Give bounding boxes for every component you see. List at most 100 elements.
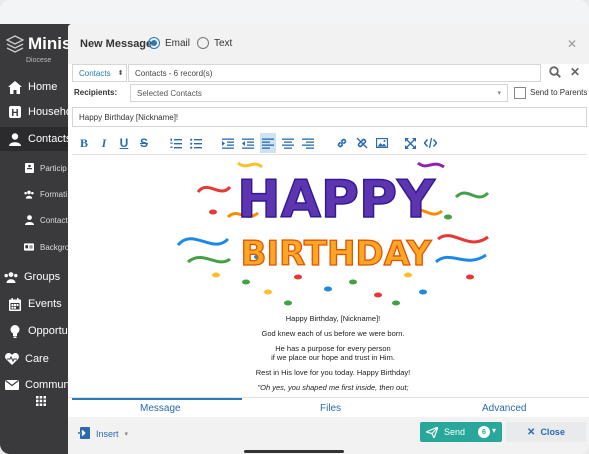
svg-text:H: H [11, 108, 18, 118]
align-right-icon[interactable] [300, 133, 316, 153]
modal-header: New Message Email Text ✕ [68, 24, 589, 64]
insert-label: Insert [96, 429, 119, 439]
chevron-down-icon: ▾ [124, 431, 129, 438]
household-icon: H [8, 105, 22, 119]
mode-email-label: Email [165, 37, 191, 49]
recipients-value: Selected Contacts [137, 88, 202, 98]
insert-button[interactable]: Insert ▾ [78, 427, 128, 441]
birthday-banner-image: HAPPY BIRTHDAY [168, 157, 498, 309]
mode-email-radio[interactable]: Email [148, 37, 190, 49]
top-strip [0, 0, 589, 24]
tab-advanced[interactable]: Advanced [482, 403, 526, 414]
sidebar-item-communications[interactable]: Commun [0, 376, 72, 394]
sidebar-item-participants[interactable]: Particip [0, 158, 72, 178]
align-center-icon[interactable] [280, 133, 296, 153]
sidebar-item-label: Househo [28, 106, 72, 118]
logo-icon [6, 35, 24, 53]
contacts-records-value: Contacts - 6 record(s) [135, 68, 213, 78]
sidebar-item-care[interactable]: Care [0, 348, 72, 370]
active-tab-indicator [72, 398, 242, 400]
bullet-list-icon[interactable] [188, 133, 204, 153]
sidebar-item-opportunities[interactable]: Opportun [0, 320, 72, 342]
image-icon[interactable] [374, 133, 390, 153]
editor-toolbar: B I U S [72, 133, 587, 155]
sidebar-item-label: Care [25, 353, 49, 365]
sidebar-item-home[interactable]: Home [0, 76, 72, 98]
sidebar: Minis Diocese Home H Househo Contacts Pa… [0, 24, 72, 454]
paper-plane-icon [426, 426, 438, 438]
person-icon [24, 215, 34, 225]
banner-happy-text: HAPPY [237, 170, 436, 230]
italic-icon[interactable]: I [96, 133, 112, 153]
strikethrough-icon[interactable]: S [136, 133, 152, 153]
tab-files[interactable]: Files [320, 403, 341, 414]
sidebar-item-events[interactable]: Events [0, 293, 72, 315]
underline-icon[interactable]: U [116, 133, 132, 153]
subject-input[interactable]: Happy Birthday [Nickname]! [72, 107, 587, 127]
message-body-text: Happy Birthday, [Nickname]! God knew eac… [168, 314, 498, 397]
close-icon[interactable]: ✕ [567, 37, 577, 51]
code-view-icon[interactable] [422, 133, 438, 153]
app-frame: Minis Diocese Home H Househo Contacts Pa… [0, 0, 589, 454]
send-to-parents-label: Send to Parents [530, 88, 588, 97]
sidebar-item-household[interactable]: H Househo [0, 101, 72, 123]
clear-icon[interactable]: ✕ [570, 65, 580, 79]
send-count-badge: 6 [478, 426, 490, 438]
message-editor[interactable]: HAPPY BIRTHDAY Happy Birthday, [Nickname… [72, 157, 587, 397]
contacts-type-value: Contacts [79, 68, 111, 78]
home-indicator [244, 450, 344, 453]
search-icon[interactable] [549, 66, 561, 81]
mode-text-label: Text [214, 37, 233, 49]
close-icon: ✕ [527, 426, 536, 438]
brand-name: Minis [28, 34, 72, 53]
sidebar-item-label: Contact [40, 215, 68, 225]
contacts-records-field[interactable]: Contacts - 6 record(s) [128, 64, 541, 82]
apps-grid-icon[interactable] [36, 396, 46, 409]
banner-birthday-text: BIRTHDAY [241, 234, 432, 274]
tab-message[interactable]: Message [140, 403, 181, 414]
send-label: Send [444, 427, 466, 437]
contacts-type-select[interactable]: Contacts ⬍ [72, 64, 127, 82]
updown-caret-icon: ⬍ [117, 70, 124, 77]
heart-icon [5, 352, 19, 366]
home-icon [8, 80, 22, 94]
fullscreen-icon[interactable] [402, 133, 418, 153]
sidebar-item-label: Commun [25, 379, 70, 391]
modal-footer: Insert ▾ Send 6 ▾ ✕ Close [68, 417, 589, 454]
close-button[interactable]: ✕ Close [506, 422, 586, 442]
recipients-label: Recipients: [74, 88, 118, 97]
sidebar-item-label: Backgro [40, 242, 70, 252]
send-to-parents-checkbox[interactable] [514, 87, 526, 99]
lightbulb-icon [8, 324, 22, 338]
body-line: "Oh yes, you shaped me first inside, the… [257, 383, 409, 392]
sidebar-item-label: Events [28, 298, 62, 310]
unlink-icon[interactable] [354, 133, 370, 153]
recipients-select[interactable]: Selected Contacts ▾ [130, 84, 508, 102]
send-button[interactable]: Send 6 ▾ [420, 422, 502, 442]
indent-icon[interactable] [220, 133, 236, 153]
ordered-list-icon[interactable] [168, 133, 184, 153]
bold-icon[interactable]: B [76, 133, 92, 153]
chevron-down-icon[interactable]: ▾ [492, 426, 496, 435]
sidebar-item-background[interactable]: Backgro [0, 237, 72, 257]
radio-unselected-icon [197, 37, 209, 49]
calendar-icon [8, 297, 22, 311]
align-left-icon[interactable] [260, 133, 276, 153]
sidebar-item-contact[interactable]: Contact [0, 210, 72, 230]
mode-text-radio[interactable]: Text [197, 37, 232, 49]
link-icon[interactable] [334, 133, 350, 153]
sidebar-item-contacts[interactable]: Contacts [0, 127, 72, 151]
body-line: God knew each of us before we were born. [261, 329, 405, 338]
body-line: Rest in His love for you today. Happy Bi… [255, 368, 411, 377]
subject-value: Happy Birthday [Nickname]! [79, 112, 179, 122]
brand-logo[interactable]: Minis [6, 34, 71, 54]
sidebar-item-label: Groups [24, 271, 61, 283]
body-line: if we place our hope and trust in Him. [271, 353, 395, 362]
sidebar-item-label: Contacts [28, 133, 72, 145]
sidebar-item-label: Formati [40, 189, 68, 199]
mail-icon [5, 378, 19, 392]
sidebar-item-formation[interactable]: Formati [0, 184, 72, 204]
groups-icon [4, 270, 18, 284]
outdent-icon[interactable] [240, 133, 256, 153]
sidebar-item-groups[interactable]: Groups [0, 266, 72, 288]
